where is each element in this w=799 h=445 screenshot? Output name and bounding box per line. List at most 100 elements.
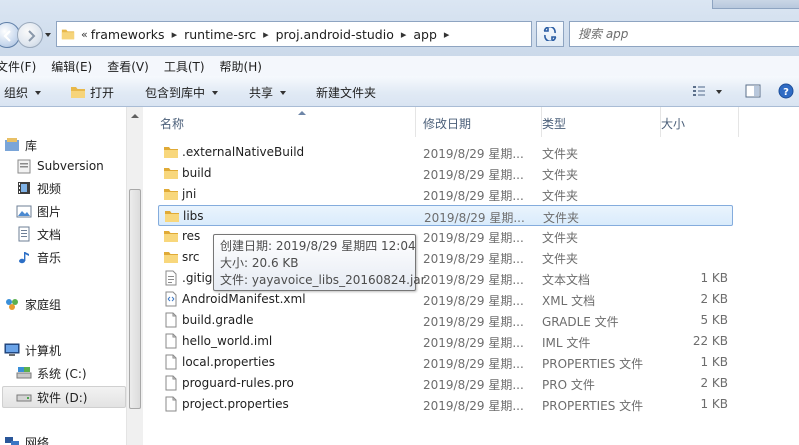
chevron-down-icon — [35, 90, 42, 95]
file-icon — [165, 396, 177, 412]
tooltip-created-date: 创建日期: 2019/8/29 星期四 12:04 — [220, 239, 416, 253]
sidebar-item-music[interactable]: 音乐 — [16, 247, 61, 267]
computer-icon — [4, 343, 20, 356]
file-type: 文件夹 — [543, 211, 580, 225]
sidebar-item-label: 家庭组 — [25, 297, 62, 312]
file-type: 文件夹 — [542, 252, 579, 266]
sidebar-item-drive-c[interactable]: 系统 (C:) — [16, 363, 87, 383]
back-arrow-icon — [3, 30, 11, 42]
open-folder-icon — [71, 87, 85, 98]
search-box[interactable] — [569, 21, 799, 47]
file-name: res — [182, 229, 201, 243]
file-type: IML 文件 — [542, 336, 591, 350]
video-icon — [18, 182, 30, 194]
menu-tools[interactable]: 工具(T) — [164, 58, 214, 75]
file-row[interactable]: project.properties 2019/8/29 星期... PROPERT… — [158, 394, 733, 415]
sidebar-item-drive-d[interactable]: 软件 (D:) — [16, 387, 87, 407]
file-name: build — [182, 166, 212, 180]
column-header-type[interactable]: 类型 — [542, 107, 661, 137]
breadcrumb-overflow-icon[interactable]: « — [79, 28, 91, 41]
file-name: jni — [182, 187, 197, 201]
new-folder-button[interactable]: 新建文件夹 — [316, 84, 376, 101]
forward-button[interactable] — [17, 22, 43, 48]
chevron-right-icon[interactable]: ▸ — [256, 28, 276, 41]
sidebar-item-videos[interactable]: 视频 — [16, 178, 61, 198]
drive-icon — [16, 394, 32, 402]
file-name: local.properties — [182, 355, 276, 369]
column-date-label: 修改日期 — [423, 117, 472, 131]
share-button[interactable]: 共享 — [249, 84, 287, 101]
file-type: 文件夹 — [542, 147, 579, 161]
file-icon — [165, 333, 177, 349]
scrollbar-thumb[interactable] — [129, 189, 141, 409]
address-bar[interactable]: « frameworks ▸ runtime-src ▸ proj.androi… — [56, 21, 583, 47]
include-in-library-button[interactable]: 包含到库中 — [145, 84, 219, 101]
breadcrumb-app[interactable]: app — [413, 27, 437, 42]
organize-button[interactable]: 组织 — [4, 84, 42, 101]
column-header-date[interactable]: 修改日期 — [423, 107, 542, 137]
file-size: 1 KB — [700, 355, 728, 369]
file-size: 1 KB — [700, 271, 728, 285]
file-row[interactable]: build 2019/8/29 星期... 文件夹 — [158, 163, 733, 184]
system-drive-icon — [16, 367, 32, 379]
file-row[interactable]: .externalNativeBuild 2019/8/29 星期... 文件夹 — [158, 142, 733, 163]
sidebar-item-computer[interactable]: 计算机 — [4, 340, 61, 360]
column-header-size[interactable]: 大小 — [661, 107, 739, 137]
file-name: project.properties — [182, 397, 289, 411]
menu-view[interactable]: 查看(V) — [107, 58, 158, 75]
chevron-right-icon[interactable]: ▸ — [437, 28, 457, 41]
breadcrumb: « frameworks ▸ runtime-src ▸ proj.androi… — [79, 22, 456, 46]
view-dropdown-icon[interactable] — [716, 90, 722, 94]
open-button[interactable]: 打开 — [70, 84, 114, 101]
document-icon — [18, 226, 30, 242]
sidebar-item-documents[interactable]: 文档 — [16, 224, 61, 244]
file-row[interactable]: proguard-rules.pro 2019/8/29 星期... PRO 文件 2… — [158, 373, 733, 394]
file-modified-date: 2019/8/29 星期... — [423, 168, 524, 182]
folder-icon — [164, 252, 178, 263]
sidebar-item-network[interactable]: 网络 — [4, 432, 49, 445]
file-icon — [165, 312, 177, 328]
sidebar-item-homegroup[interactable]: 家庭组 — [4, 294, 61, 314]
sidebar-item-label: Subversion — [37, 159, 104, 173]
homegroup-icon — [6, 299, 18, 310]
file-row[interactable]: local.properties 2019/8/29 星期... PROPERTIE… — [158, 352, 733, 373]
breadcrumb-frameworks[interactable]: frameworks — [91, 27, 165, 42]
help-icon[interactable]: ? — [778, 83, 794, 99]
chevron-right-icon[interactable]: ▸ — [394, 28, 414, 41]
search-input[interactable] — [578, 25, 778, 43]
refresh-button[interactable] — [536, 21, 564, 47]
chevron-right-icon[interactable]: ▸ — [165, 28, 185, 41]
file-row[interactable]: hello_world.iml 2019/8/29 星期... IML 文件 22 K… — [158, 331, 733, 352]
file-row[interactable]: build.gradle 2019/8/29 星期... GRADLE 文件 5 KB — [158, 310, 733, 331]
preview-pane-icon[interactable] — [745, 84, 761, 98]
file-type: PRO 文件 — [542, 378, 595, 392]
sidebar-item-library[interactable]: 库 — [4, 135, 37, 155]
file-row[interactable]: libs 2019/8/29 星期... 文件夹 — [158, 205, 733, 226]
file-modified-date: 2019/8/29 星期... — [423, 399, 524, 413]
file-row[interactable]: AndroidManifest.xml 2019/8/29 星期... XML 文档… — [158, 289, 733, 310]
scroll-up-icon[interactable] — [131, 114, 139, 118]
text-file-icon — [165, 270, 177, 286]
file-row[interactable]: jni 2019/8/29 星期... 文件夹 — [158, 184, 733, 205]
sidebar-item-label: 文档 — [37, 227, 62, 242]
navigation-scrollbar[interactable] — [126, 107, 143, 445]
file-modified-date: 2019/8/29 星期... — [423, 294, 524, 308]
sidebar-item-pictures[interactable]: 图片 — [16, 201, 61, 221]
menu-file[interactable]: 文件(F) — [0, 58, 45, 75]
breadcrumb-proj-android-studio[interactable]: proj.android-studio — [276, 27, 394, 42]
menu-edit[interactable]: 编辑(E) — [51, 58, 101, 75]
view-options-icon[interactable] — [692, 85, 706, 97]
file-modified-date: 2019/8/29 星期... — [423, 231, 524, 245]
file-type: XML 文档 — [542, 294, 596, 308]
file-name: hello_world.iml — [182, 334, 273, 348]
file-modified-date: 2019/8/29 星期... — [423, 147, 524, 161]
sidebar-item-subversion[interactable]: Subversion — [16, 156, 104, 176]
menu-help[interactable]: 帮助(H) — [220, 58, 271, 75]
file-size: 2 KB — [700, 292, 728, 306]
network-icon — [5, 437, 19, 445]
column-header-name[interactable]: 名称 — [160, 107, 416, 137]
breadcrumb-runtime-src[interactable]: runtime-src — [184, 27, 256, 42]
file-modified-date: 2019/8/29 星期... — [423, 378, 524, 392]
file-modified-date: 2019/8/29 星期... — [423, 273, 524, 287]
recent-pages-dropdown-icon[interactable] — [44, 31, 52, 39]
